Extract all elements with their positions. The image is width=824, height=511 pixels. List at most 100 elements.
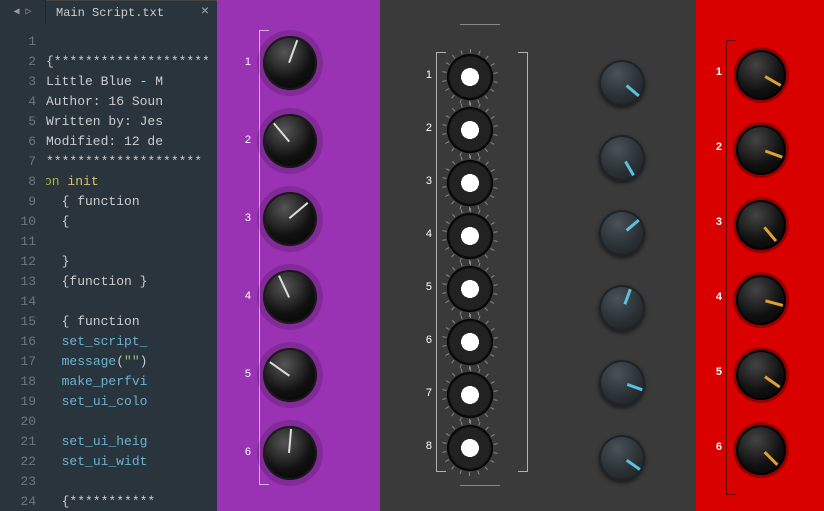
knob[interactable] xyxy=(736,275,786,325)
line-gutter: 123456789101112131415161718192021222324 xyxy=(0,32,46,511)
code-line[interactable]: { function xyxy=(46,192,210,212)
knob[interactable] xyxy=(599,360,645,406)
knob-pointer-icon xyxy=(269,361,290,376)
knob-row: 6 xyxy=(448,320,492,364)
code-line[interactable]: make_perfvi xyxy=(46,372,210,392)
code-line[interactable]: Modified: 12 de xyxy=(46,132,210,152)
knob-label: 3 xyxy=(237,212,251,224)
knob-label: 2 xyxy=(708,141,722,153)
knob[interactable] xyxy=(736,425,786,475)
code-line[interactable]: Author: 16 Soun xyxy=(46,92,210,112)
knob[interactable] xyxy=(448,426,492,470)
knob[interactable] xyxy=(448,161,492,205)
knob-row: 6 xyxy=(736,425,786,475)
knob[interactable] xyxy=(263,192,317,246)
line-number: 12 xyxy=(0,252,36,272)
code-line[interactable]: {function } xyxy=(46,272,210,292)
knob[interactable] xyxy=(736,125,786,175)
knob[interactable] xyxy=(263,270,317,324)
line-number: 24 xyxy=(0,492,36,511)
knob[interactable] xyxy=(448,214,492,258)
code-line[interactable]: { function xyxy=(46,312,210,332)
knob[interactable] xyxy=(599,435,645,481)
knob[interactable] xyxy=(448,320,492,364)
knob[interactable] xyxy=(736,200,786,250)
knob-row: 5 xyxy=(736,350,786,400)
knob-row: 4 xyxy=(448,214,492,258)
code-line[interactable]: message("") xyxy=(46,352,210,372)
knob-row: 3 xyxy=(263,192,317,246)
knob-row xyxy=(599,60,645,106)
knob-row: 4 xyxy=(263,270,317,324)
code-line[interactable]: {******************** xyxy=(46,52,210,72)
knob[interactable] xyxy=(448,373,492,417)
code-line[interactable]: Written by: Jes xyxy=(46,112,210,132)
code-line[interactable]: } xyxy=(46,252,210,272)
code-lines[interactable]: {********************Little Blue - MAuth… xyxy=(46,32,210,511)
line-number: 11 xyxy=(0,232,36,252)
knob-pointer-icon xyxy=(765,150,783,159)
code-line[interactable]: Little Blue - M xyxy=(46,72,210,92)
nav-forward-icon[interactable]: ▷ xyxy=(26,6,32,18)
knob-row xyxy=(599,360,645,406)
knob-row: 2 xyxy=(736,125,786,175)
line-number: 15 xyxy=(0,312,36,332)
close-icon[interactable]: × xyxy=(197,4,213,20)
knob[interactable] xyxy=(599,135,645,181)
code-line[interactable]: ▾on init xyxy=(46,172,210,192)
knob[interactable] xyxy=(448,108,492,152)
knob[interactable] xyxy=(263,426,317,480)
code-line[interactable]: {*********** xyxy=(46,492,210,511)
code-line[interactable]: set_ui_colo xyxy=(46,392,210,412)
code-line[interactable] xyxy=(46,412,210,432)
knob-row xyxy=(599,435,645,481)
code-line[interactable] xyxy=(46,292,210,312)
code-line[interactable]: set_script_ xyxy=(46,332,210,352)
code-line[interactable]: set_ui_heig xyxy=(46,432,210,452)
code-area[interactable]: 123456789101112131415161718192021222324 … xyxy=(0,24,217,511)
knob[interactable] xyxy=(736,350,786,400)
editor-tabbar: ◀ ▷ Main Script.txt × xyxy=(0,0,217,24)
knob[interactable] xyxy=(263,114,317,168)
knob-row: 1 xyxy=(448,55,492,99)
knob-pointer-icon xyxy=(624,161,635,176)
nav-arrows[interactable]: ◀ ▷ xyxy=(0,0,46,24)
knob[interactable] xyxy=(599,210,645,256)
code-line[interactable] xyxy=(46,472,210,492)
knob-row: 1 xyxy=(736,50,786,100)
knob[interactable] xyxy=(736,50,786,100)
knob-label: 6 xyxy=(418,334,432,346)
knob[interactable] xyxy=(599,285,645,331)
code-line[interactable]: ******************** xyxy=(46,152,210,172)
knob-pointer-icon xyxy=(626,84,640,97)
knob-pointer-icon xyxy=(626,219,640,232)
knob[interactable] xyxy=(448,267,492,311)
line-number: 14 xyxy=(0,292,36,312)
code-line[interactable] xyxy=(46,32,210,52)
knob[interactable] xyxy=(263,36,317,90)
code-line[interactable] xyxy=(46,232,210,252)
knob-row: 3 xyxy=(448,161,492,205)
knob-row: 6 xyxy=(263,426,317,480)
knob[interactable] xyxy=(599,60,645,106)
knob-pointer-icon xyxy=(626,459,641,471)
nav-back-icon[interactable]: ◀ xyxy=(13,6,19,18)
knob-row: 7 xyxy=(448,373,492,417)
knob-label: 2 xyxy=(418,122,432,134)
knob-pointer-icon xyxy=(288,429,292,453)
line-number: 7 xyxy=(0,152,36,172)
knob-row: 5 xyxy=(448,267,492,311)
knob[interactable] xyxy=(448,55,492,99)
bracket-left-icon xyxy=(259,30,269,485)
knob-label: 4 xyxy=(418,228,432,240)
code-line[interactable]: { xyxy=(46,212,210,232)
knob-panel-purple: 123456 xyxy=(217,0,380,511)
line-number: 18 xyxy=(0,372,36,392)
line-number: 17 xyxy=(0,352,36,372)
knob[interactable] xyxy=(263,348,317,402)
knob-pointer-icon xyxy=(765,299,783,307)
editor-tab[interactable]: Main Script.txt × xyxy=(46,0,217,24)
code-editor: ◀ ▷ Main Script.txt × 123456789101112131… xyxy=(0,0,217,511)
tab-title: Main Script.txt xyxy=(56,6,164,20)
code-line[interactable]: set_ui_widt xyxy=(46,452,210,472)
